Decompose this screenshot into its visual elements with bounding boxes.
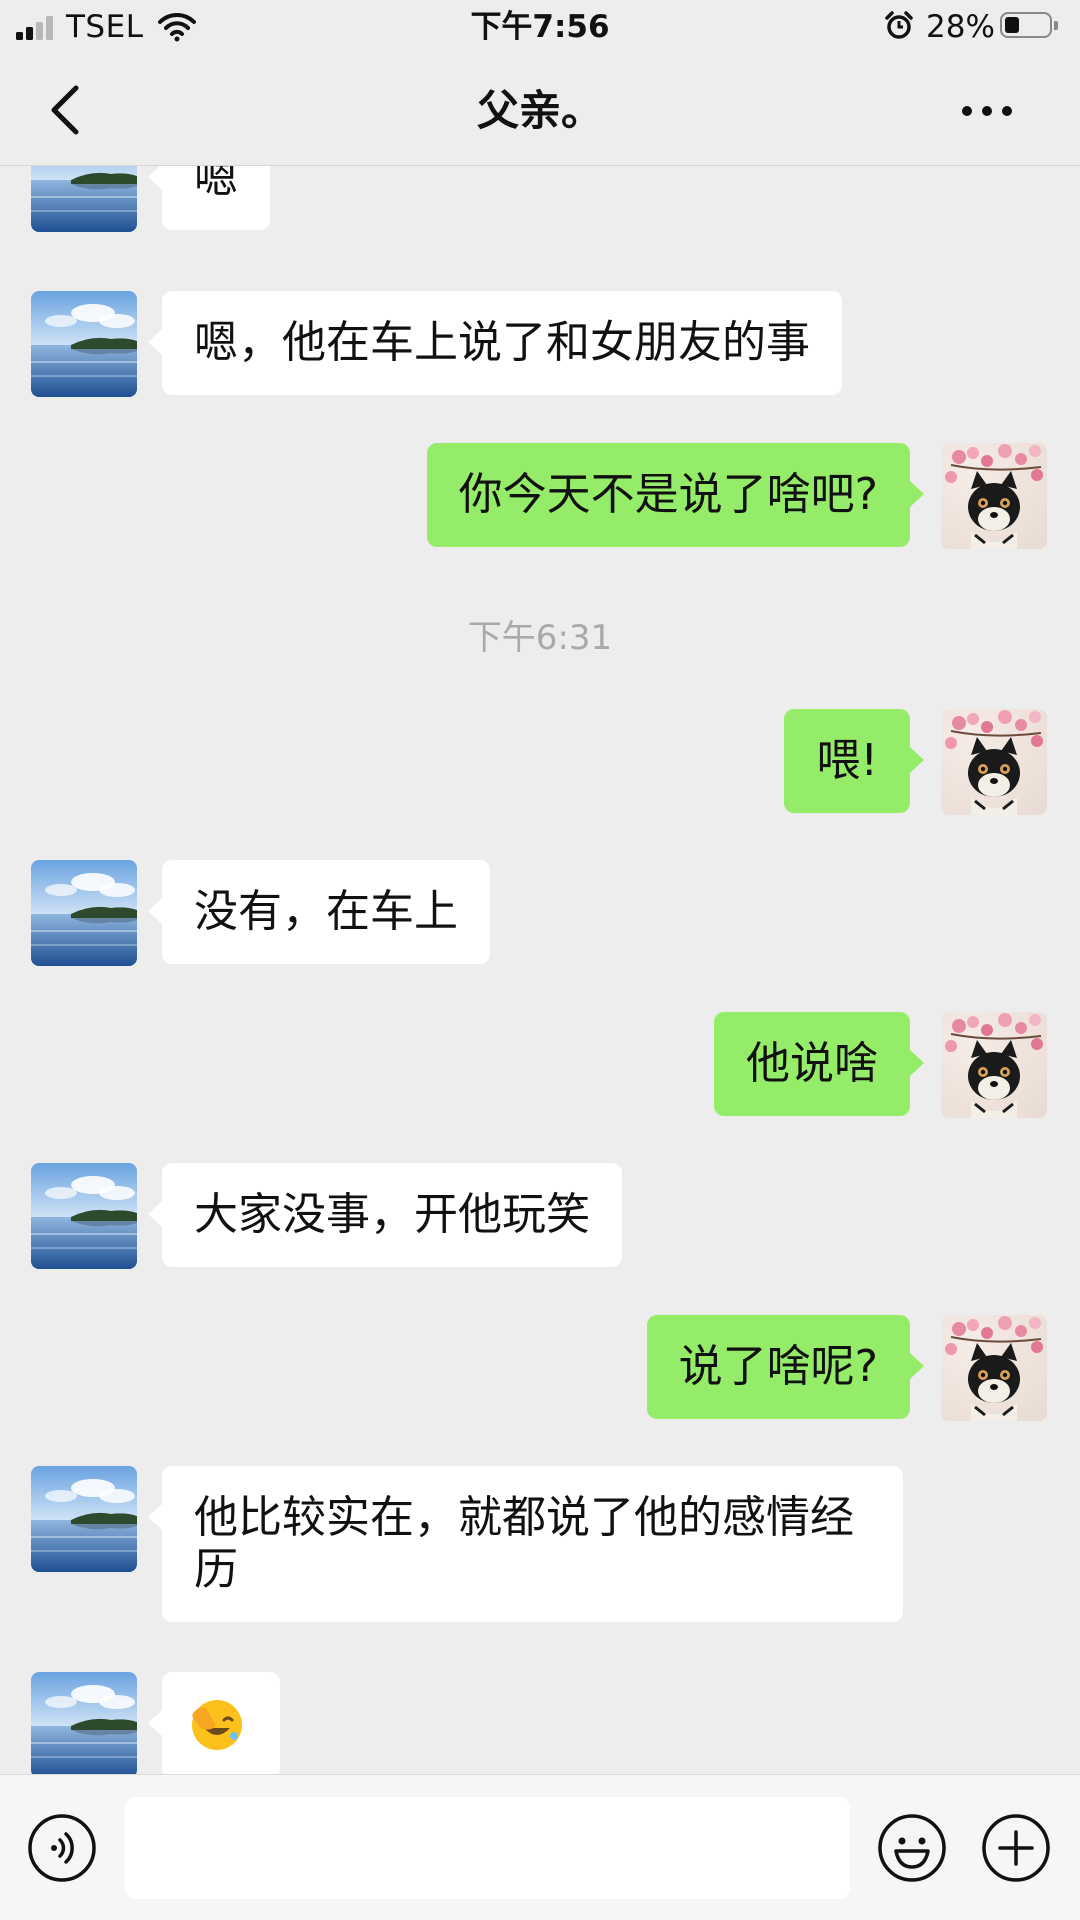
contact-avatar[interactable] xyxy=(31,1163,137,1269)
chat-scroll-area[interactable]: 嗯 嗯，他在车上说了和女朋友的事 你今天不是说了啥吧? 下午6:31 喂! 没有… xyxy=(0,166,1080,1774)
message-bubble[interactable]: 嗯 xyxy=(148,166,270,230)
more-icon[interactable] xyxy=(960,92,1030,128)
plus-icon[interactable] xyxy=(981,1813,1051,1883)
message-bubble[interactable]: 大家没事，开他玩笑 xyxy=(148,1163,622,1267)
emoji-icon[interactable] xyxy=(877,1813,947,1883)
voice-icon[interactable] xyxy=(27,1813,97,1883)
message-bubble[interactable]: 嗯，他在车上说了和女朋友的事 xyxy=(148,291,842,395)
clock-time: 下午7:56 xyxy=(470,9,610,45)
contact-avatar[interactable] xyxy=(31,1672,137,1774)
battery-icon xyxy=(1000,12,1060,40)
message-bubble[interactable]: 你今天不是说了啥吧? xyxy=(426,443,925,547)
facepalm-emoji xyxy=(192,1700,242,1750)
my-avatar[interactable] xyxy=(941,443,1047,549)
alarm-icon xyxy=(885,11,913,39)
message-bubble[interactable] xyxy=(148,1672,280,1774)
message-bubble[interactable]: 他说啥 xyxy=(714,1012,924,1116)
message-bubble[interactable]: 说了啥呢? xyxy=(646,1315,925,1419)
input-bar xyxy=(0,1774,1080,1920)
status-bar: TSEL 下午7:56 28% xyxy=(0,0,1080,54)
time-separator: 下午6:31 xyxy=(467,618,613,658)
contact-avatar[interactable] xyxy=(31,166,137,232)
contact-avatar[interactable] xyxy=(31,1466,137,1572)
contact-avatar[interactable] xyxy=(31,291,137,397)
battery-percent: 28% xyxy=(926,9,995,45)
message-input[interactable] xyxy=(125,1797,850,1899)
message-bubble[interactable]: 没有，在车上 xyxy=(148,860,490,964)
chat-title: 父亲。 xyxy=(476,86,603,135)
message-bubble[interactable]: 喂! xyxy=(784,709,924,813)
contact-avatar[interactable] xyxy=(31,860,137,966)
my-avatar[interactable] xyxy=(941,709,1047,815)
my-avatar[interactable] xyxy=(941,1315,1047,1421)
my-avatar[interactable] xyxy=(941,1012,1047,1118)
nav-bar: 父亲。 xyxy=(0,54,1080,166)
message-bubble[interactable]: 他比较实在，就都说了他的感情经历 xyxy=(148,1466,903,1622)
